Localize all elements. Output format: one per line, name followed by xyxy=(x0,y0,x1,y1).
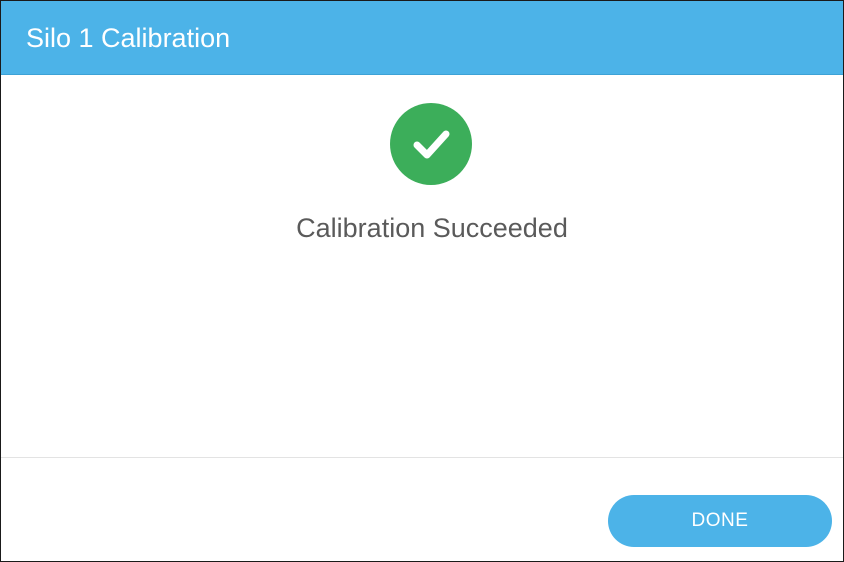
status-message: Calibration Succeeded xyxy=(296,213,568,243)
success-check-icon xyxy=(390,103,472,185)
calibration-dialog: Silo 1 Calibration Calibration Succeeded… xyxy=(0,0,844,562)
dialog-header: Silo 1 Calibration xyxy=(1,1,843,75)
dialog-title: Silo 1 Calibration xyxy=(26,23,231,53)
done-button[interactable]: DONE xyxy=(608,495,832,547)
footer-divider xyxy=(1,457,843,458)
